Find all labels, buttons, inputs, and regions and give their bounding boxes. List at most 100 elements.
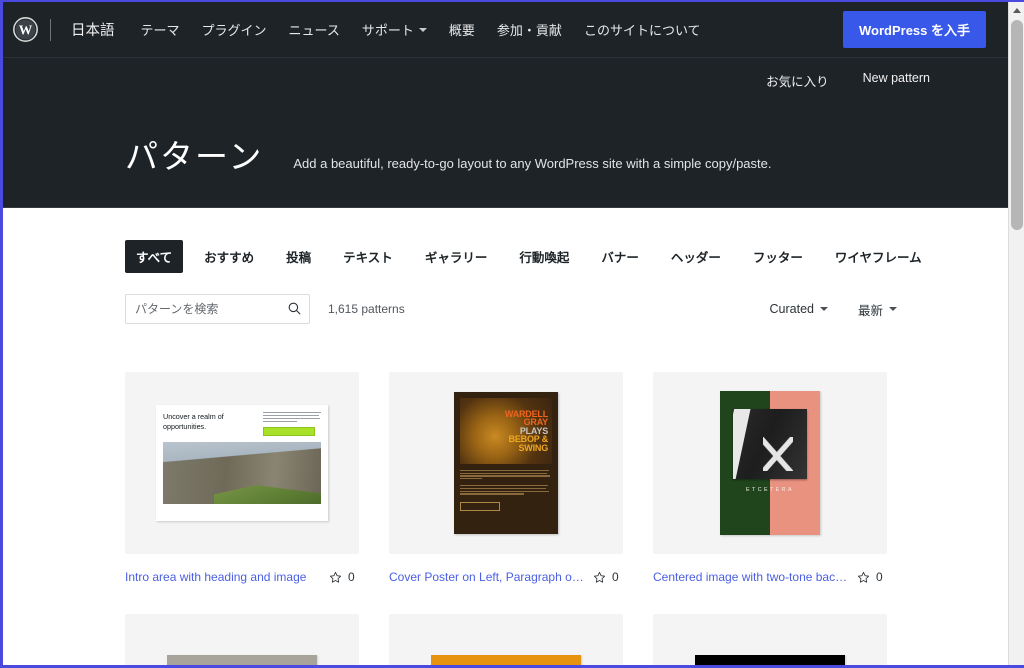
pattern-preview-thumbnail[interactable]: WARDELL GRAY PLAYS BEBOP & SWING	[389, 372, 623, 554]
tab-call-to-action[interactable]: 行動喚起	[508, 240, 580, 273]
tab-banner[interactable]: バナー	[590, 240, 650, 273]
pattern-card: Uncover a realm of opportunities. Intro …	[125, 372, 359, 584]
nav-link-themes-label: テーマ	[140, 23, 180, 38]
preview-text-lines	[263, 412, 321, 422]
browser-viewport: W 日本語 テーマ プラグイン ニュース サポート 概要 参加・貢献 このサイト…	[0, 0, 1024, 668]
pattern-preview-monk: MONK	[695, 655, 845, 665]
pattern-title-link[interactable]: Intro area with heading and image	[125, 570, 321, 584]
search-wrapper	[125, 294, 310, 324]
hero-utility-links: お気に入り New pattern	[766, 71, 930, 90]
pattern-card: MONK	[653, 614, 887, 665]
nav-link-about-label: 概要	[448, 23, 475, 38]
get-wordpress-button[interactable]: WordPress を入手	[842, 11, 986, 48]
pattern-preview-thumbnail[interactable]	[389, 614, 623, 665]
pattern-card-meta: Intro area with heading and image 0	[125, 570, 359, 584]
global-navigation-bar: W 日本語 テーマ プラグイン ニュース サポート 概要 参加・貢献 このサイト…	[3, 2, 1008, 58]
nav-link-plugins[interactable]: プラグイン	[202, 20, 267, 39]
tab-all[interactable]: すべて	[125, 240, 184, 273]
chevron-down-icon	[418, 27, 427, 32]
preview-poster-art: WARDELL GRAY PLAYS BEBOP & SWING	[460, 398, 552, 464]
preview-crosswalk-image	[733, 409, 807, 479]
nav-links: テーマ プラグイン ニュース サポート 概要 参加・貢献 このサイトについて	[141, 20, 843, 39]
nav-link-support[interactable]: サポート	[362, 20, 427, 39]
tab-footer[interactable]: フッター	[742, 240, 814, 273]
pattern-title-link[interactable]: Cover Poster on Left, Paragraph on Right	[389, 570, 585, 584]
pattern-grid: Uncover a realm of opportunities. Intro …	[125, 372, 897, 665]
favorite-control[interactable]: 0	[593, 570, 619, 584]
pattern-preview-thumbnail[interactable]: Uncover a realm of opportunities.	[125, 372, 359, 554]
favorite-count: 0	[348, 570, 355, 584]
nav-link-plugins-label: プラグイン	[201, 23, 267, 38]
content-inner: すべて おすすめ 投稿 テキスト ギャラリー 行動喚起 バナー ヘッダー フッタ…	[125, 208, 922, 665]
tab-wireframe[interactable]: ワイヤフレーム	[824, 240, 933, 273]
scroll-up-arrow-icon[interactable]	[1009, 2, 1024, 18]
search-input[interactable]	[125, 294, 310, 324]
preview-top-row: Uncover a realm of opportunities.	[163, 412, 321, 436]
nav-link-this-site[interactable]: このサイトについて	[584, 20, 701, 39]
pattern-card-meta: Centered image with two-tone backgroun..…	[653, 570, 887, 584]
scrollbar-thumb[interactable]	[1011, 20, 1023, 230]
preview-heading: Uncover a realm of opportunities.	[163, 412, 224, 431]
hero-body: パターン Add a beautiful, ready-to-go layout…	[125, 130, 771, 178]
preview-caption: ETCETERA	[746, 487, 794, 493]
tab-featured[interactable]: おすすめ	[193, 240, 265, 273]
nav-link-contribute-label: 参加・貢献	[496, 23, 562, 38]
preview-right-column	[263, 412, 321, 436]
nav-link-contribute[interactable]: 参加・貢献	[497, 20, 562, 39]
preview-mountain-image	[163, 441, 321, 504]
category-tabs: すべて おすすめ 投稿 テキスト ギャラリー 行動喚起 バナー ヘッダー フッタ…	[125, 208, 922, 273]
curated-dropdown[interactable]: Curated	[770, 302, 828, 316]
pattern-card: WARDELL GRAY PLAYS BEBOP & SWING Cover P…	[389, 372, 623, 584]
nav-link-themes[interactable]: テーマ	[141, 20, 180, 39]
sort-dropdown-label: 最新	[857, 303, 883, 318]
favorites-link[interactable]: お気に入り	[766, 71, 829, 90]
nav-link-news[interactable]: ニュース	[289, 20, 340, 39]
page-subtitle: Add a beautiful, ready-to-go layout to a…	[293, 156, 772, 171]
vertical-scrollbar[interactable]	[1008, 2, 1024, 665]
nav-link-news-label: ニュース	[288, 23, 340, 38]
favorite-control[interactable]: 0	[857, 570, 883, 584]
favorite-count: 0	[876, 570, 883, 584]
pattern-preview-poster: WARDELL GRAY PLAYS BEBOP & SWING	[454, 392, 558, 534]
pattern-preview-intro: Uncover a realm of opportunities.	[156, 405, 328, 521]
pattern-card-meta: Cover Poster on Left, Paragraph on Right…	[389, 570, 623, 584]
page-root: W 日本語 テーマ プラグイン ニュース サポート 概要 参加・貢献 このサイト…	[3, 2, 1008, 665]
pattern-card	[389, 614, 623, 665]
preview-text-lines	[460, 470, 552, 480]
main-content: すべて おすすめ 投稿 テキスト ギャラリー 行動喚起 バナー ヘッダー フッタ…	[3, 208, 1008, 665]
tab-posts[interactable]: 投稿	[275, 240, 322, 273]
nav-divider	[50, 18, 51, 41]
chevron-down-icon	[889, 307, 897, 311]
nav-link-about[interactable]: 概要	[449, 20, 475, 39]
pattern-preview-thumbnail[interactable]: DJANGO	[125, 614, 359, 665]
favorite-count: 0	[612, 570, 619, 584]
search-toolbar: 1,615 patterns Curated 最新	[125, 294, 897, 324]
tab-text[interactable]: テキスト	[332, 240, 404, 273]
pattern-preview-twotone: ETCETERA	[720, 391, 820, 535]
svg-text:W: W	[19, 23, 33, 38]
pattern-card: DJANGO	[125, 614, 359, 665]
chevron-down-icon	[819, 307, 828, 311]
preview-cta-button	[263, 426, 315, 436]
locale-switcher[interactable]: 日本語	[71, 19, 115, 40]
page-title: パターン	[125, 138, 264, 175]
wordpress-logo-icon[interactable]: W	[13, 17, 38, 42]
tab-gallery[interactable]: ギャラリー	[414, 240, 499, 273]
sort-dropdown[interactable]: 最新	[858, 300, 897, 319]
pattern-preview-django: DJANGO	[167, 655, 317, 665]
pattern-title-link[interactable]: Centered image with two-tone backgroun..…	[653, 570, 849, 584]
nav-link-support-label: サポート	[361, 23, 414, 38]
new-pattern-link[interactable]: New pattern	[863, 71, 930, 90]
curated-dropdown-label: Curated	[769, 302, 814, 316]
favorite-control[interactable]: 0	[329, 570, 355, 584]
pattern-card: ETCETERA Centered image with two-tone ba…	[653, 372, 887, 584]
star-icon	[329, 571, 342, 583]
hero-banner: お気に入り New pattern パターン Add a beautiful, …	[3, 58, 1008, 208]
nav-link-this-site-label: このサイトについて	[583, 23, 701, 38]
tab-header[interactable]: ヘッダー	[660, 240, 732, 273]
preview-cta-button	[460, 501, 500, 511]
pattern-preview-thumbnail[interactable]: MONK	[653, 614, 887, 665]
pattern-preview-thumbnail[interactable]: ETCETERA	[653, 372, 887, 554]
preview-text-lines-2	[460, 485, 552, 495]
star-icon	[857, 571, 870, 583]
